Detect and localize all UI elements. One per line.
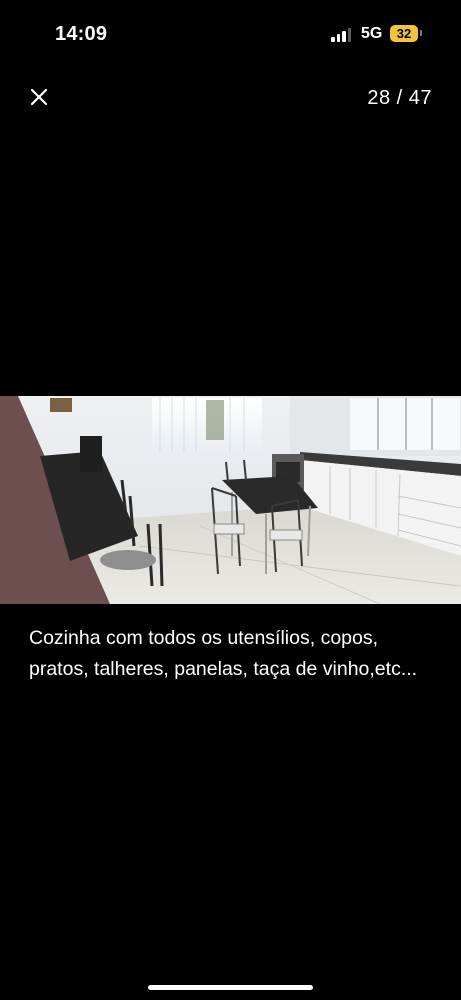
battery-cap bbox=[420, 30, 422, 36]
close-button[interactable] bbox=[26, 84, 52, 110]
status-time: 14:09 bbox=[55, 23, 108, 45]
kitchen-photo[interactable] bbox=[0, 396, 461, 604]
kitchen-illustration bbox=[0, 396, 461, 604]
network-type: 5G bbox=[361, 25, 383, 42]
photo-caption: Cozinha com todos os utensílios, copos, … bbox=[29, 627, 418, 680]
signal-bars-icon bbox=[331, 28, 353, 42]
battery-icon: 32 bbox=[390, 25, 418, 42]
home-indicator[interactable] bbox=[148, 985, 313, 990]
photo-counter: 28 / 47 bbox=[367, 87, 432, 109]
close-icon bbox=[30, 88, 48, 106]
status-bar: 14:09 5G 32 bbox=[0, 0, 461, 70]
